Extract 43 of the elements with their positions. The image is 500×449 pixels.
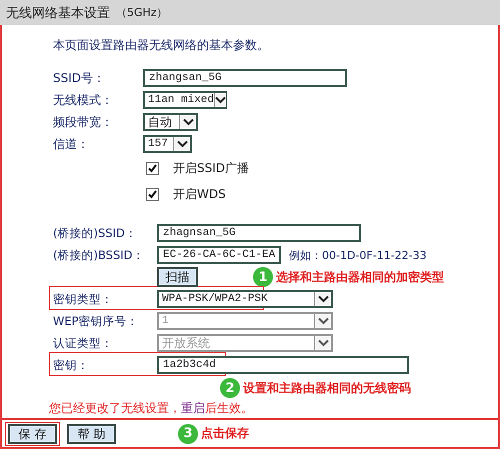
dropdown[interactable]: WPA-PSK/WPA2-PSK bbox=[157, 290, 333, 308]
field-label: 认证类型： bbox=[53, 336, 114, 350]
save-button[interactable]: 保 存 bbox=[8, 424, 57, 444]
chevron-down-icon bbox=[182, 118, 194, 126]
field-label: WEP密钥序号： bbox=[53, 314, 140, 328]
chevron-down-icon bbox=[176, 140, 188, 148]
chevron-down-icon bbox=[318, 339, 328, 347]
callout-text: 点击保存 bbox=[201, 425, 249, 442]
dropdown[interactable]: 自动 bbox=[143, 113, 198, 131]
chevron-down-icon bbox=[215, 96, 226, 104]
field-label: 信道： bbox=[53, 136, 90, 152]
chevron-down-icon bbox=[318, 317, 328, 325]
field-label: 密钥类型： bbox=[53, 292, 114, 306]
field-label: (桥接的)SSID： bbox=[53, 226, 138, 240]
step-badge: 2 bbox=[220, 378, 240, 398]
intro-text: 本页面设置路由器无线网络的基本参数。 bbox=[53, 37, 270, 54]
input-field[interactable]: 1a2b3c4d bbox=[157, 356, 409, 374]
checkbox-label: 开启SSID广播 bbox=[173, 160, 250, 176]
callout-text: 选择和主路由器相同的加密类型 bbox=[276, 268, 444, 286]
step-badge: 1 bbox=[253, 267, 273, 287]
field-label: (桥接的)BSSID： bbox=[53, 248, 146, 262]
checkbox[interactable] bbox=[146, 188, 159, 200]
scan-button[interactable]: 扫描 bbox=[157, 267, 198, 287]
input-field[interactable]: zhangsan_5G bbox=[143, 69, 347, 87]
chevron-down-icon bbox=[318, 295, 328, 303]
restart-notice: 您已经更改了无线设置，重启后生效。 bbox=[49, 400, 254, 417]
checkbox-label: 开启WDS bbox=[173, 186, 226, 202]
help-button[interactable]: 帮 助 bbox=[67, 424, 116, 444]
input-field[interactable]: zhagnsan_5G bbox=[157, 224, 361, 242]
field-label: SSID号： bbox=[53, 70, 106, 86]
input-field[interactable]: EC-26-CA-6C-C1-EA bbox=[157, 246, 281, 264]
dropdown[interactable]: 157 bbox=[143, 135, 192, 153]
checkbox[interactable] bbox=[146, 162, 159, 174]
band-label: （5GHz） bbox=[116, 5, 168, 20]
dropdown[interactable]: 11an mixed bbox=[143, 91, 227, 109]
field-label: 无线模式： bbox=[53, 92, 114, 108]
field-label: 频段带宽： bbox=[53, 114, 114, 130]
callout-text: 设置和主路由器相同的无线密码 bbox=[243, 380, 411, 396]
example-text: 例如：00-1D-0F-11-22-33 bbox=[289, 248, 427, 262]
step-badge: 3 bbox=[178, 424, 198, 444]
restart-link[interactable]: 重启 bbox=[181, 401, 205, 415]
page-title: 无线网络基本设置 bbox=[6, 4, 110, 22]
field-label: 密钥： bbox=[53, 358, 90, 372]
